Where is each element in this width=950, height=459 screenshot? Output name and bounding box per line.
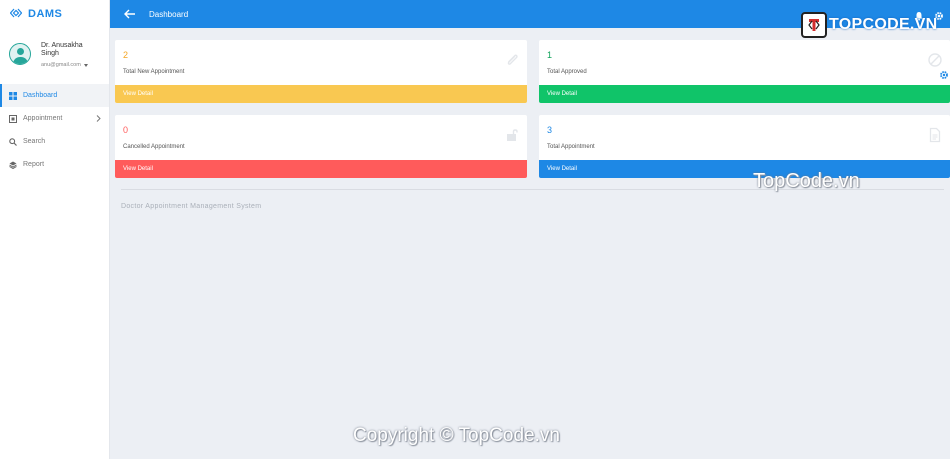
watermark-copyright: Copyright © TopCode.vn bbox=[353, 425, 560, 446]
dashboard-icon bbox=[9, 91, 17, 100]
stat-card-cancelled: 0 Cancelled Appointment View Detail bbox=[115, 115, 527, 178]
sidebar-item-dashboard[interactable]: Dashboard bbox=[0, 84, 109, 107]
sidebar-item-label: Report bbox=[23, 161, 45, 168]
avatar[interactable] bbox=[9, 43, 31, 65]
stat-label: Total Appointment bbox=[547, 144, 595, 150]
user-name: Dr. Anusakha Singh bbox=[41, 42, 83, 57]
watermark-logo-text: TOPCODE.VN bbox=[829, 16, 938, 33]
stat-card-total-appointment: 3 Total Appointment View Detail bbox=[539, 115, 950, 178]
sidebar-item-report[interactable]: Report bbox=[0, 153, 109, 176]
sidebar-nav: Dashboard Appointment Search Report bbox=[0, 84, 109, 176]
layers-icon bbox=[9, 161, 17, 169]
stat-label: Total New Appointment bbox=[123, 69, 185, 75]
watermark-logo: TOPCODE.VN bbox=[801, 12, 938, 38]
watermark-center: TopCode.vn bbox=[753, 170, 860, 192]
stat-value: 3 bbox=[547, 125, 553, 135]
user-profile: Dr. Anusakha Singh anu@gmail.com bbox=[0, 28, 109, 84]
brand-name: DAMS bbox=[28, 8, 63, 20]
stat-value: 1 bbox=[547, 50, 553, 60]
sidebar: DAMS Dr. Anusakha Singh anu@gmail.com Da… bbox=[0, 0, 110, 459]
brand[interactable]: DAMS bbox=[0, 0, 109, 28]
sidebar-item-search[interactable]: Search bbox=[0, 130, 109, 153]
arrow-left-icon[interactable] bbox=[123, 7, 137, 21]
paperclip-icon bbox=[504, 52, 520, 68]
view-detail-button[interactable]: View Detail bbox=[115, 160, 527, 178]
ban-icon bbox=[927, 52, 943, 68]
view-detail-button[interactable]: View Detail bbox=[115, 85, 527, 103]
stat-label: Total Approved bbox=[547, 69, 587, 75]
stat-value: 0 bbox=[123, 125, 129, 135]
settings-gear-icon[interactable] bbox=[939, 67, 949, 79]
search-icon bbox=[9, 137, 17, 146]
user-email-dropdown[interactable]: anu@gmail.com bbox=[41, 62, 93, 68]
sidebar-item-label: Dashboard bbox=[23, 92, 58, 99]
stat-card-approved: 1 Total Approved View Detail bbox=[539, 40, 950, 103]
page-title: Dashboard bbox=[149, 9, 189, 19]
user-email: anu@gmail.com bbox=[41, 62, 81, 69]
appointment-icon bbox=[9, 114, 17, 123]
sidebar-item-label: Search bbox=[23, 138, 46, 145]
view-detail-button[interactable]: View Detail bbox=[539, 160, 950, 178]
unlock-icon bbox=[504, 127, 520, 143]
stat-label: Cancelled Appointment bbox=[123, 144, 185, 150]
topcode-logo-icon bbox=[801, 12, 827, 38]
view-detail-button[interactable]: View Detail bbox=[539, 85, 950, 103]
stat-card-new-appointment: 2 Total New Appointment View Detail bbox=[115, 40, 527, 103]
file-icon bbox=[927, 127, 943, 143]
brand-logo-icon bbox=[9, 5, 23, 23]
caret-down-icon bbox=[83, 63, 88, 67]
stat-value: 2 bbox=[123, 50, 129, 60]
footer-text: Doctor Appointment Management System bbox=[121, 203, 262, 210]
sidebar-item-label: Appointment bbox=[23, 115, 63, 122]
chevron-right-icon bbox=[96, 115, 101, 124]
sidebar-item-appointment[interactable]: Appointment bbox=[0, 107, 109, 130]
